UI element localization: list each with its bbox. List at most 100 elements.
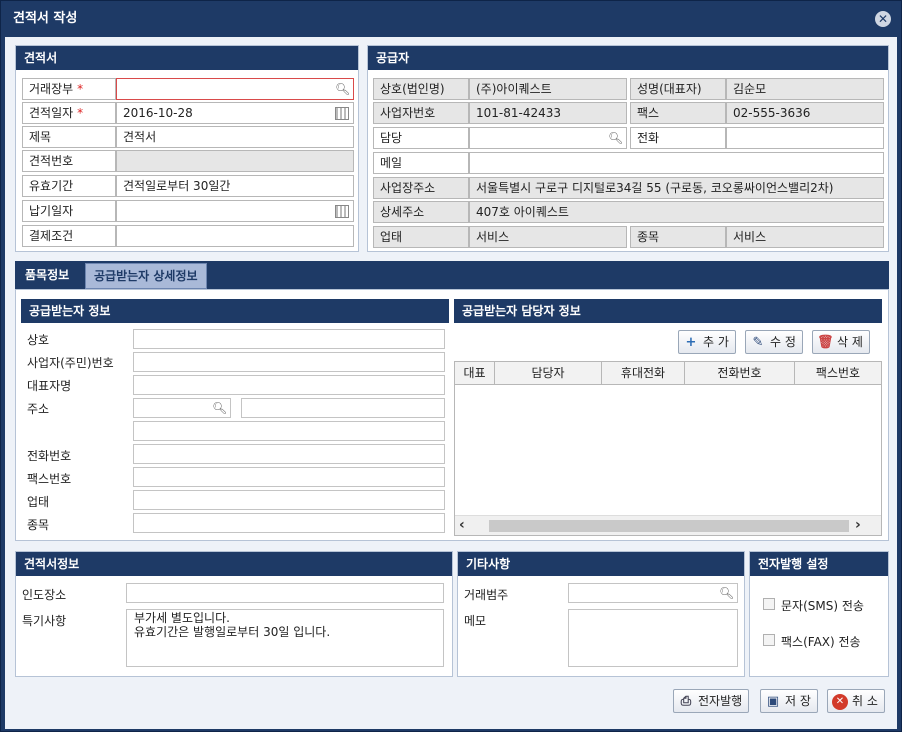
estimate-panel: 견적서 거래장부 * 🔍︎ 견적일자 * 2016-10-28 제목 견적서 견적번… (15, 45, 359, 252)
receiver-ceo-label: 대표자명 (27, 379, 72, 393)
company-field: (주)아이퀘스트 (469, 78, 627, 100)
delete-contact-button[interactable]: 🗑︎ 삭 제 (812, 330, 870, 354)
search-icon[interactable]: 🔍︎ (335, 82, 350, 96)
manager-field[interactable]: 🔍︎ (469, 127, 627, 149)
tab-receiver-detail[interactable]: 공급받는자 상세정보 (85, 263, 207, 289)
phone-field[interactable] (726, 127, 884, 149)
validity-field[interactable]: 견적일로부터 30일간 (116, 175, 354, 197)
sms-label[interactable]: 문자(SMS) 전송 (781, 597, 864, 614)
receiver-phone-input[interactable] (133, 444, 445, 464)
cancel-button[interactable]: ✕ 취 소 (827, 689, 885, 713)
estimate-dialog: 견적서 작성 ✕ 견적서 거래장부 * 🔍︎ 견적일자 * 2016-10-28 제… (0, 0, 902, 732)
column-header-manager[interactable]: 담당자 (494, 361, 602, 385)
email-field[interactable] (469, 152, 884, 174)
plus-icon: + (685, 334, 697, 350)
estimate-date-label: 견적일자 * (22, 102, 116, 124)
payment-terms-field[interactable] (116, 225, 354, 247)
estimate-date-field[interactable]: 2016-10-28 (116, 102, 354, 124)
tab-items[interactable]: 품목정보 (17, 263, 78, 289)
category-label: 거래범주 (464, 588, 509, 602)
business-type-field: 서비스 (469, 226, 627, 248)
dialog-title: 견적서 작성 (13, 11, 78, 26)
estimate-info-panel: 견적서정보 인도장소 특기사항 부가세 별도입니다. 유효기간은 발행일로부터 … (15, 551, 453, 677)
email-label: 메일 (373, 152, 469, 174)
edit-contact-button[interactable]: ✎ 수 정 (745, 330, 803, 354)
column-header-phone[interactable]: 전화번호 (684, 361, 795, 385)
receiver-ceo-input[interactable] (133, 375, 445, 395)
trash-icon: 🗑︎ (817, 334, 834, 350)
trade-ledger-label: 거래장부 * (22, 78, 116, 100)
trade-ledger-field[interactable]: 🔍︎ (116, 78, 354, 100)
calendar-icon[interactable] (335, 205, 349, 218)
memo-label: 메모 (464, 614, 487, 628)
category-input[interactable]: 🔍︎ (568, 583, 738, 603)
save-button[interactable]: ▣ 저 장 (760, 689, 818, 713)
fax-field: 02-555-3636 (726, 102, 884, 124)
subject-field[interactable]: 견적서 (116, 126, 354, 148)
phone-label: 전화 (630, 127, 726, 149)
address-detail-label: 상세주소 (373, 201, 469, 223)
horizontal-scrollbar[interactable]: ‹ › (455, 515, 881, 535)
receiver-fax-label: 팩스번호 (27, 472, 72, 486)
estimate-no-label: 견적번호 (22, 150, 116, 172)
validity-label: 유효기간 (22, 175, 116, 197)
required-mark: * (77, 106, 84, 120)
receiver-panel-header: 공급받는자 정보 (21, 299, 449, 323)
delivery-date-label: 납기일자 (22, 200, 116, 222)
close-icon[interactable]: ✕ (875, 11, 891, 27)
business-item-field: 서비스 (726, 226, 884, 248)
save-icon: ▣ (766, 693, 780, 709)
search-icon[interactable]: 🔍︎ (608, 131, 623, 145)
receiver-biz-no-label: 사업자(주민)번호 (27, 356, 114, 370)
receiver-company-input[interactable] (133, 329, 445, 349)
receiver-address-input[interactable] (241, 398, 445, 418)
chevron-left-icon[interactable]: ‹ (459, 517, 473, 533)
calendar-icon[interactable] (335, 107, 349, 120)
company-label: 상호(법인명) (373, 78, 469, 100)
delivery-date-field[interactable] (116, 200, 354, 222)
column-header-mobile[interactable]: 휴대전화 (601, 361, 685, 385)
sms-checkbox[interactable] (763, 598, 775, 610)
receiver-company-label: 상호 (27, 333, 50, 347)
search-icon[interactable]: 🔍︎ (719, 586, 734, 600)
e-issue-button[interactable]: ⎙ 전자발행 (673, 689, 750, 713)
e-issue-header: 전자발행 설정 (750, 552, 888, 576)
required-mark: * (77, 82, 84, 96)
biz-no-label: 사업자번호 (373, 102, 469, 124)
receiver-business-type-input[interactable] (133, 490, 445, 510)
add-contact-button[interactable]: + 추 가 (678, 330, 736, 354)
supplier-panel: 공급자 상호(법인명) (주)아이퀘스트 성명(대표자) 김순모 사업자번호 1… (367, 45, 889, 252)
other-panel-header: 기타사항 (458, 552, 744, 576)
fax-checkbox[interactable] (763, 634, 775, 646)
payment-terms-label: 결제조건 (22, 225, 116, 247)
notes-label: 특기사항 (22, 614, 67, 628)
ceo-label: 성명(대표자) (630, 78, 726, 100)
receiver-zip-input[interactable]: 🔍︎ (133, 398, 231, 418)
ceo-field: 김순모 (726, 78, 884, 100)
receiver-biz-no-input[interactable] (133, 352, 445, 372)
dialog-body: 견적서 거래장부 * 🔍︎ 견적일자 * 2016-10-28 제목 견적서 견적번… (5, 37, 897, 729)
chevron-right-icon[interactable]: › (855, 517, 869, 533)
notes-textarea[interactable]: 부가세 별도입니다. 유효기간은 발행일로부터 30일 입니다. (126, 609, 444, 667)
receiver-address-detail-input[interactable] (133, 421, 445, 441)
receiver-panel: 공급받는자 정보 상호 사업자(주민)번호 대표자명 주소 🔍︎ 전화번호 팩스… (21, 299, 449, 537)
receiver-business-item-input[interactable] (133, 513, 445, 533)
memo-textarea[interactable] (568, 609, 738, 667)
delivery-place-input[interactable] (126, 583, 444, 603)
pencil-icon: ✎ (752, 334, 764, 350)
contacts-grid (454, 361, 882, 536)
estimate-panel-header: 견적서 (16, 46, 358, 70)
receiver-business-item-label: 종목 (27, 518, 50, 532)
search-icon[interactable]: 🔍︎ (212, 401, 227, 415)
receiver-fax-input[interactable] (133, 467, 445, 487)
address-field: 서울특별시 구로구 디지털로34길 55 (구로동, 코오롱싸이언스밸리2차) (469, 177, 884, 199)
column-header-representative[interactable]: 대표 (454, 361, 495, 385)
notes-line-1: 부가세 별도입니다. (134, 611, 230, 625)
fax-send-label[interactable]: 팩스(FAX) 전송 (781, 633, 861, 650)
column-header-fax[interactable]: 팩스번호 (794, 361, 882, 385)
scrollbar-thumb[interactable] (489, 520, 849, 532)
cancel-icon: ✕ (832, 693, 848, 710)
business-item-label: 종목 (630, 226, 726, 248)
fax-label: 팩스 (630, 102, 726, 124)
address-detail-field: 407호 아이퀘스트 (469, 201, 884, 223)
